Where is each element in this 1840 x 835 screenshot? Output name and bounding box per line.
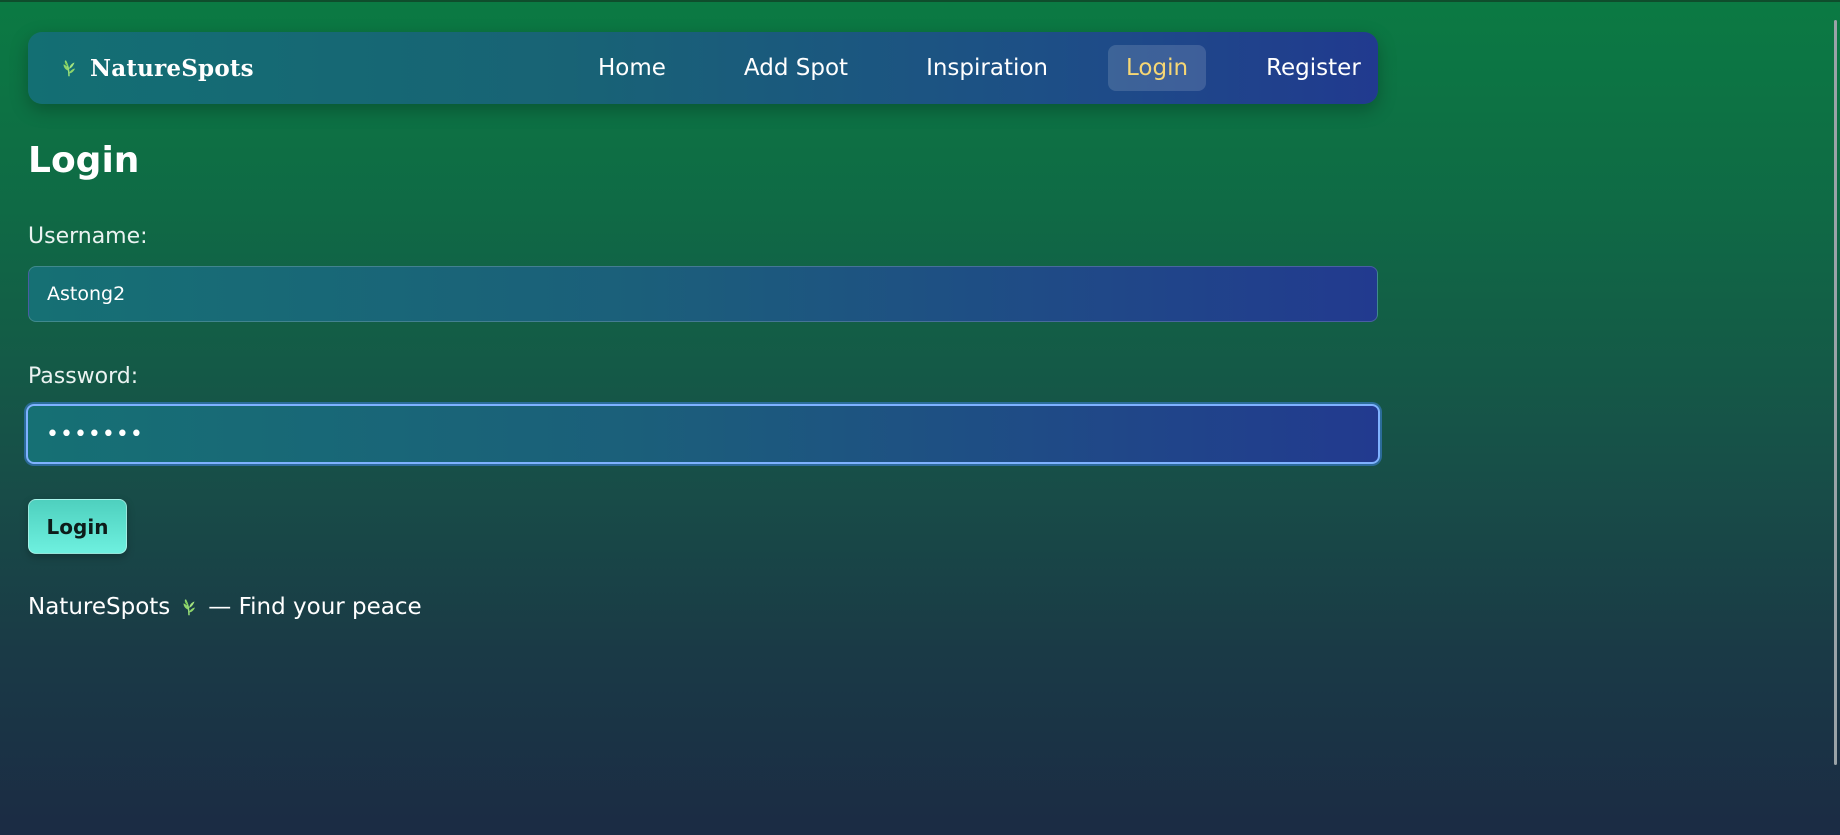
username-input[interactable] bbox=[28, 266, 1378, 322]
footer-brand: NatureSpots bbox=[28, 594, 171, 620]
leaf-icon bbox=[63, 60, 75, 77]
nav-inspiration[interactable]: Inspiration bbox=[908, 45, 1066, 91]
footer: NatureSpots — Find your peace bbox=[28, 594, 422, 620]
login-button[interactable]: Login bbox=[28, 499, 127, 554]
scrollbar[interactable] bbox=[1828, 0, 1840, 835]
nav-login[interactable]: Login bbox=[1108, 45, 1207, 91]
navbar: NatureSpots Home Add Spot Inspiration Lo… bbox=[28, 32, 1378, 104]
username-label: Username: bbox=[28, 224, 148, 249]
scrollbar-thumb[interactable] bbox=[1834, 20, 1837, 765]
brand-name[interactable]: NatureSpots bbox=[90, 55, 254, 82]
nav-links: Home Add Spot Inspiration Login Register bbox=[580, 32, 1379, 104]
nav-home[interactable]: Home bbox=[580, 45, 684, 91]
footer-tagline: — Find your peace bbox=[208, 594, 422, 620]
password-label: Password: bbox=[28, 364, 139, 389]
nav-register[interactable]: Register bbox=[1248, 45, 1379, 91]
password-input[interactable] bbox=[26, 404, 1380, 464]
brand[interactable]: NatureSpots bbox=[58, 32, 254, 104]
top-border bbox=[0, 0, 1840, 2]
nav-add-spot[interactable]: Add Spot bbox=[726, 45, 866, 91]
page-title: Login bbox=[28, 140, 140, 181]
leaf-icon bbox=[183, 599, 196, 616]
